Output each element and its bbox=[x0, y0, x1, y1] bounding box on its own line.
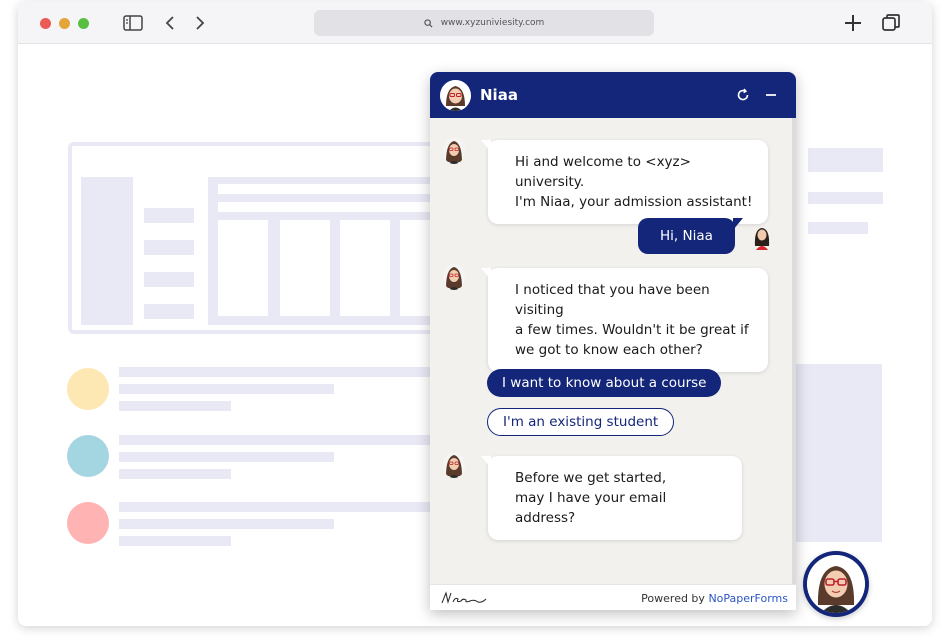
launcher-avatar-icon bbox=[807, 555, 865, 613]
bot-message: Before we get started, may I have your e… bbox=[481, 456, 742, 540]
search-icon bbox=[424, 18, 433, 28]
chat-messages: Hi and welcome to <xyz> university. I'm … bbox=[430, 118, 792, 584]
bot-avatar-icon bbox=[443, 264, 465, 290]
placeholder-line bbox=[808, 148, 883, 172]
placeholder-line bbox=[144, 208, 194, 223]
url-text: www.xyzuniviesity.com bbox=[440, 18, 545, 28]
placeholder-gap bbox=[218, 202, 448, 212]
sidebar-toggle-icon[interactable] bbox=[122, 12, 144, 34]
placeholder-gap bbox=[218, 184, 448, 194]
powered-brand-link[interactable]: NoPaperForms bbox=[708, 592, 788, 605]
close-window-button[interactable] bbox=[40, 18, 51, 29]
quick-reply-student-button[interactable]: I'm an existing student bbox=[487, 408, 675, 436]
assistant-avatar bbox=[440, 80, 471, 111]
placeholder-line bbox=[144, 240, 194, 255]
message-line: Hi and welcome to <xyz> university. bbox=[515, 154, 691, 190]
placeholder-line bbox=[144, 272, 194, 287]
chat-widget: Niaa Hi and welcome to <xyz> university.… bbox=[430, 72, 796, 610]
placeholder-line bbox=[144, 304, 194, 319]
placeholder-line bbox=[119, 502, 449, 512]
message-line: Before we get started, bbox=[515, 470, 667, 486]
placeholder-gap bbox=[340, 220, 390, 316]
placeholder-line bbox=[119, 384, 334, 394]
bot-message: I noticed that you have been visiting a … bbox=[481, 268, 768, 372]
plus-icon[interactable] bbox=[842, 12, 864, 34]
placeholder-avatar bbox=[67, 435, 109, 477]
refresh-icon[interactable] bbox=[735, 87, 751, 103]
placeholder-line bbox=[119, 401, 231, 411]
browser-toolbar: www.xyzuniviesity.com bbox=[18, 2, 932, 44]
message-line: a few times. Wouldn't it be great if bbox=[515, 322, 749, 338]
placeholder-block bbox=[81, 177, 133, 325]
assistant-name: Niaa bbox=[480, 86, 518, 104]
placeholder-avatar bbox=[67, 368, 109, 410]
placeholder-line bbox=[119, 469, 231, 479]
placeholder-gap bbox=[280, 220, 330, 316]
chat-scrollbar[interactable] bbox=[792, 118, 796, 584]
chevron-right-icon[interactable] bbox=[192, 12, 208, 34]
bot-message: Hi and welcome to <xyz> university. I'm … bbox=[481, 140, 768, 224]
chat-header: Niaa bbox=[430, 72, 796, 118]
placeholder-line bbox=[808, 222, 868, 234]
powered-by-text: Powered by NoPaperForms bbox=[641, 592, 788, 605]
placeholder-line bbox=[808, 192, 883, 204]
message-line: may I have your email address? bbox=[515, 490, 667, 526]
minimize-chat-icon[interactable] bbox=[763, 87, 779, 103]
placeholder-line bbox=[119, 452, 334, 462]
placeholder-gap bbox=[218, 220, 268, 316]
maximize-window-button[interactable] bbox=[78, 18, 89, 29]
user-message: Hi, Niaa bbox=[638, 218, 743, 254]
address-bar[interactable]: www.xyzuniviesity.com bbox=[314, 10, 654, 36]
placeholder-line bbox=[119, 435, 449, 445]
powered-prefix: Powered by bbox=[641, 592, 709, 605]
placeholder-line bbox=[119, 367, 449, 377]
user-avatar-icon bbox=[752, 224, 772, 250]
placeholder-avatar bbox=[67, 502, 109, 544]
message-line: we got to know each other? bbox=[515, 342, 703, 358]
signature-logo bbox=[440, 589, 488, 610]
message-line: I'm Niaa, your admission assistant! bbox=[515, 194, 753, 210]
minimize-window-button[interactable] bbox=[59, 18, 70, 29]
message-line: I noticed that you have been visiting bbox=[515, 282, 710, 318]
placeholder-block bbox=[796, 364, 882, 542]
chat-footer: Powered by NoPaperForms bbox=[430, 584, 796, 610]
bot-avatar-icon bbox=[443, 138, 465, 164]
placeholder-line bbox=[119, 536, 231, 546]
bot-avatar-icon bbox=[443, 452, 465, 478]
chat-launcher-button[interactable] bbox=[803, 551, 869, 617]
chevron-left-icon[interactable] bbox=[162, 12, 178, 34]
quick-reply-course-button[interactable]: I want to know about a course bbox=[487, 369, 722, 397]
placeholder-line bbox=[119, 519, 334, 529]
tabs-overview-icon[interactable] bbox=[880, 12, 902, 34]
